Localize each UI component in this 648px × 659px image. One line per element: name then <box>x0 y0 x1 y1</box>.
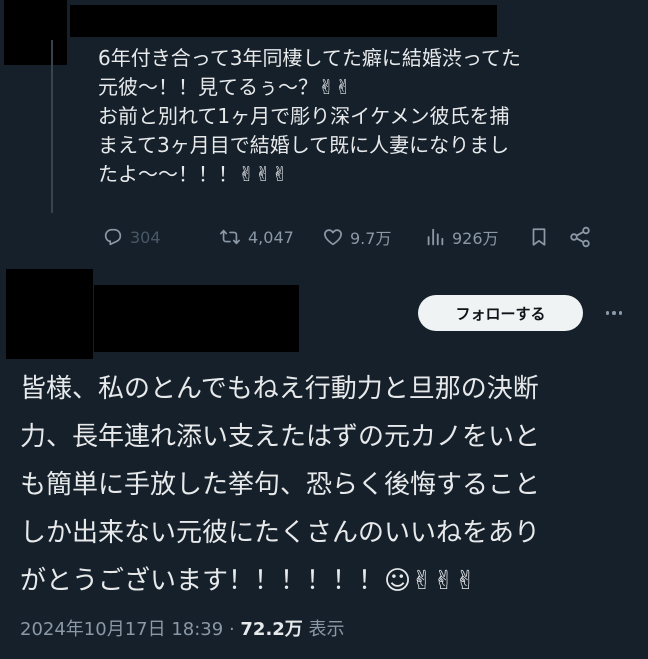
analytics-icon <box>427 228 444 246</box>
like-button[interactable]: 9.7万 <box>322 225 424 249</box>
reply-count: 304 <box>130 227 161 247</box>
view-label: 表示 <box>302 619 345 640</box>
share-button[interactable] <box>568 225 598 249</box>
tweet-meta: 2024年10月17日 18:39 · 72.2万 表示 <box>20 615 345 641</box>
bookmark-icon <box>532 228 546 246</box>
meta-separator: · <box>223 619 241 640</box>
thread-connector-line <box>51 40 53 213</box>
retweet-icon <box>220 229 240 245</box>
redacted-username-top <box>70 5 497 37</box>
follow-button[interactable]: フォローする <box>418 295 583 331</box>
retweet-button[interactable]: 4,047 <box>218 226 322 248</box>
share-icon <box>570 226 590 248</box>
reply-button[interactable]: 304 <box>102 226 208 248</box>
reply-tweet-actions: 304 4,047 9.7万 926万 <box>102 222 636 252</box>
redacted-username-main <box>94 285 299 352</box>
heart-icon <box>324 229 342 246</box>
redacted-avatar-top <box>4 0 67 65</box>
view-count: 72.2万 <box>240 619 303 640</box>
main-tweet-text: 皆様、私のとんでもねえ行動力と旦那の決断 力、長年連れ添い支えたはずの元カノをい… <box>20 374 541 596</box>
bookmark-button[interactable] <box>528 225 568 249</box>
tweet-timestamp[interactable]: 2024年10月17日 18:39 <box>20 619 223 640</box>
more-options-icon[interactable] <box>601 300 627 326</box>
redacted-avatar-main <box>6 269 93 359</box>
views-count: 926万 <box>452 229 499 248</box>
retweet-count: 4,047 <box>248 227 294 247</box>
like-count: 9.7万 <box>350 229 392 248</box>
views-button[interactable]: 926万 <box>424 225 528 249</box>
reply-tweet-text: 6年付き合って3年同棲してた癖に結婚渋ってた 元彼〜！！見てるぅ〜？✌✌ お前と… <box>98 46 521 186</box>
reply-icon <box>104 228 122 246</box>
